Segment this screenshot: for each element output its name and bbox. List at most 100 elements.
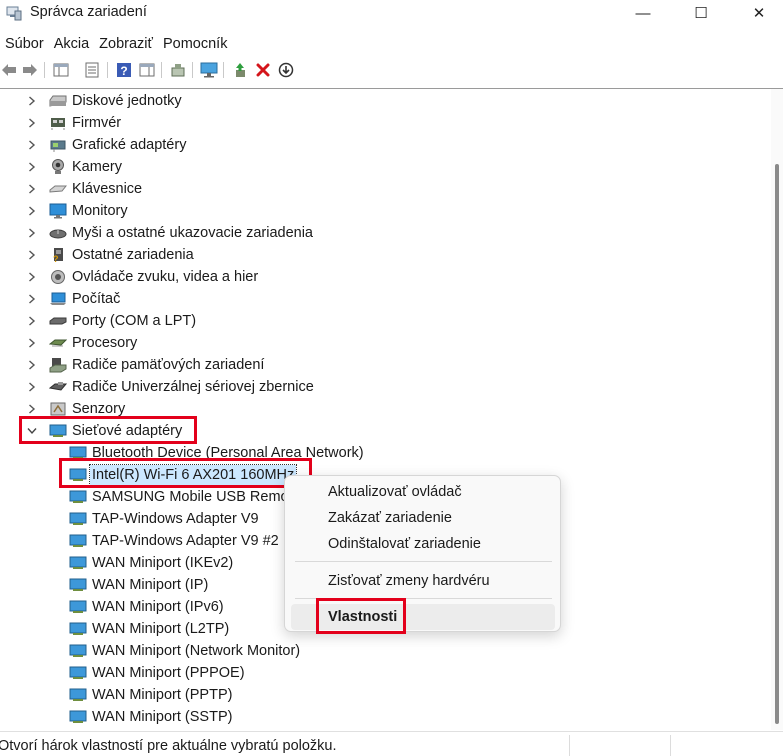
expand-chevron-icon[interactable]	[26, 161, 38, 173]
collapse-chevron-icon[interactable]	[26, 425, 38, 437]
toolbar-separator	[44, 62, 45, 78]
tree-item-wan-sstp[interactable]: WAN Miniport (SSTP)	[69, 706, 232, 728]
toolbar-separator	[192, 62, 193, 78]
expand-chevron-icon[interactable]	[26, 271, 38, 283]
tree-item-intel-wifi[interactable]: Intel(R) Wi-Fi 6 AX201 160MHz	[69, 464, 298, 486]
expand-chevron-icon[interactable]	[26, 293, 38, 305]
keyboard-icon	[49, 181, 67, 197]
tree-item-label: Firmvér	[72, 115, 122, 131]
properties-icon[interactable]	[83, 61, 101, 79]
tree-item-tap-adapter-2[interactable]: TAP-Windows Adapter V9 #2	[69, 530, 279, 552]
network-adapter-icon	[69, 577, 87, 593]
show-hide-tree-icon[interactable]	[52, 61, 70, 79]
tree-item-wan-l2tp[interactable]: WAN Miniport (L2TP)	[69, 618, 229, 640]
toolbar-separator	[223, 62, 224, 78]
scan-hardware-icon[interactable]	[169, 61, 187, 79]
tree-item-bluetooth-pan[interactable]: Bluetooth Device (Personal Area Network)	[69, 442, 364, 464]
tree-item-storage-controllers[interactable]: Radiče pamäťových zariadení	[26, 354, 264, 376]
minimize-button[interactable]: —	[620, 0, 666, 26]
tree-item-tap-adapter[interactable]: TAP-Windows Adapter V9	[69, 508, 259, 530]
tree-item-mice[interactable]: Myši a ostatné ukazovacie zariadenia	[26, 222, 313, 244]
menu-action[interactable]: Akcia	[49, 33, 94, 55]
expand-chevron-icon[interactable]	[26, 315, 38, 327]
monitor-icon	[49, 203, 67, 219]
tree-item-keyboards[interactable]: Klávesnice	[26, 178, 142, 200]
svg-text:?: ?	[53, 254, 59, 263]
menu-item-update-driver[interactable]: Aktualizovať ovládač	[291, 479, 555, 505]
expand-chevron-icon[interactable]	[26, 249, 38, 261]
other-device-icon: ?	[49, 247, 67, 263]
back-icon[interactable]	[0, 61, 18, 79]
disable-icon[interactable]	[277, 61, 295, 79]
mouse-icon	[49, 225, 67, 241]
tree-item-sound-video-game[interactable]: Ovládače zvuku, videa a hier	[26, 266, 258, 288]
context-menu: Aktualizovať ovládač Zakázať zariadenie …	[284, 475, 561, 632]
display-adapter-icon	[49, 137, 67, 153]
expand-chevron-icon[interactable]	[26, 205, 38, 217]
tree-item-display-adapters[interactable]: Grafické adaptéry	[26, 134, 186, 156]
tree-item-monitors[interactable]: Monitory	[26, 200, 128, 222]
processor-icon	[49, 335, 67, 351]
menu-separator	[295, 561, 552, 562]
expand-chevron-icon[interactable]	[26, 337, 38, 349]
tree-item-ports[interactable]: Porty (COM a LPT)	[26, 310, 196, 332]
expand-chevron-icon[interactable]	[26, 403, 38, 415]
forward-icon[interactable]	[21, 61, 39, 79]
usb-icon	[49, 379, 67, 395]
toolbar-separator	[107, 62, 108, 78]
expand-chevron-icon[interactable]	[26, 359, 38, 371]
menu-bar: Súbor Akcia Zobraziť Pomocník	[0, 33, 232, 55]
tree-item-usb-controllers[interactable]: Radiče Univerzálnej sériovej zbernice	[26, 376, 314, 398]
tree-item-sensors[interactable]: Senzory	[26, 398, 125, 420]
tree-item-label: WAN Miniport (PPTP)	[92, 687, 233, 703]
expand-chevron-icon[interactable]	[26, 139, 38, 151]
close-button[interactable]: ✕	[736, 0, 782, 26]
tree-item-wan-network-monitor[interactable]: WAN Miniport (Network Monitor)	[69, 640, 300, 662]
network-adapter-icon	[69, 709, 87, 725]
sensor-icon	[49, 401, 67, 417]
menu-item-disable-device[interactable]: Zakázať zariadenie	[291, 505, 555, 531]
tree-item-wan-ipv6[interactable]: WAN Miniport (IPv6)	[69, 596, 224, 618]
computer-screen-icon[interactable]	[200, 61, 218, 79]
menu-view[interactable]: Zobraziť	[94, 33, 158, 55]
expand-chevron-icon[interactable]	[26, 381, 38, 393]
network-adapter-icon	[69, 687, 87, 703]
status-divider	[569, 735, 570, 756]
tree-item-firmware[interactable]: Firmvér	[26, 112, 121, 134]
vertical-scrollbar[interactable]	[771, 89, 783, 730]
help-icon[interactable]: ?	[115, 61, 133, 79]
menu-file[interactable]: Súbor	[0, 33, 49, 55]
tree-item-label: Intel(R) Wi-Fi 6 AX201 160MHz	[88, 464, 298, 486]
tree-item-disk-drives[interactable]: Diskové jednotky	[26, 90, 182, 112]
network-adapter-icon	[69, 445, 87, 461]
tree-item-partial	[26, 728, 72, 730]
tree-item-other-devices[interactable]: ? Ostatné zariadenia	[26, 244, 194, 266]
maximize-button[interactable]: ☐	[678, 0, 724, 26]
expand-chevron-icon[interactable]	[26, 117, 38, 129]
scrollbar-thumb[interactable]	[775, 164, 779, 724]
uninstall-icon[interactable]	[254, 61, 272, 79]
expand-chevron-icon[interactable]	[26, 95, 38, 107]
update-driver-icon[interactable]	[231, 61, 249, 79]
tree-item-label: WAN Miniport (IPv6)	[92, 599, 224, 615]
menu-item-properties[interactable]: Vlastnosti	[291, 604, 555, 630]
tree-item-network-adapters[interactable]: Sieťové adaptéry	[26, 420, 182, 442]
expand-chevron-icon[interactable]	[26, 227, 38, 239]
expand-chevron-icon[interactable]	[26, 183, 38, 195]
tree-item-wan-ip[interactable]: WAN Miniport (IP)	[69, 574, 208, 596]
action-pane-icon[interactable]	[138, 61, 156, 79]
menu-help[interactable]: Pomocník	[158, 33, 232, 55]
status-text: Otvorí hárok vlastností pre aktuálne vyb…	[0, 738, 337, 754]
tree-item-cameras[interactable]: Kamery	[26, 156, 122, 178]
network-adapter-icon	[69, 467, 87, 483]
tree-item-label: WAN Miniport (Network Monitor)	[92, 643, 301, 659]
tree-item-computer[interactable]: Počítač	[26, 288, 120, 310]
tree-item-wan-pptp[interactable]: WAN Miniport (PPTP)	[69, 684, 232, 706]
menu-item-uninstall-device[interactable]: Odinštalovať zariadenie	[291, 531, 555, 557]
tree-item-label: Ovládače zvuku, videa a hier	[72, 269, 259, 285]
tree-item-wan-pppoe[interactable]: WAN Miniport (PPPOE)	[69, 662, 245, 684]
tree-item-wan-ikev2[interactable]: WAN Miniport (IKEv2)	[69, 552, 233, 574]
tree-item-processors[interactable]: Procesory	[26, 332, 137, 354]
menu-item-scan-hardware[interactable]: Zisťovať zmeny hardvéru	[291, 568, 555, 594]
tree-item-label: Kamery	[72, 159, 122, 175]
